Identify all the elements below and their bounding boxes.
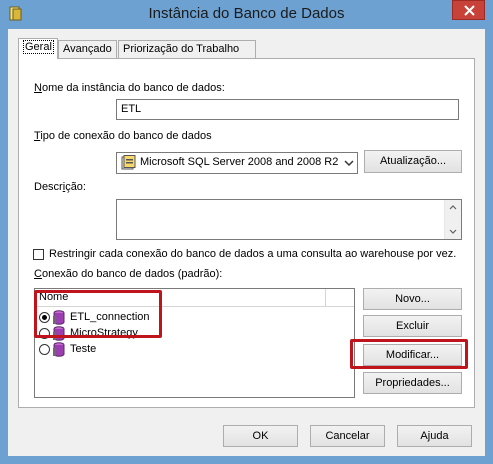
description-scrollbar[interactable]	[444, 200, 461, 239]
description-textarea[interactable]	[116, 199, 462, 240]
update-button[interactable]: Atualização...	[364, 150, 462, 173]
modify-connection-button[interactable]: Modificar...	[363, 344, 462, 366]
description-label: Descrição:	[34, 181, 86, 193]
dialog-window: Instância do Banco de Dados Geral Avança…	[0, 0, 493, 464]
list-item-label: Teste	[70, 343, 97, 355]
database-icon	[52, 342, 66, 357]
properties-button[interactable]: Propriedades...	[363, 372, 462, 394]
help-button[interactable]: Ajuda	[397, 425, 472, 447]
instance-name-input[interactable]: ETL	[116, 99, 459, 120]
radio-unselected[interactable]	[39, 344, 50, 355]
delete-connection-button[interactable]: Excluir	[363, 315, 462, 337]
tab-geral[interactable]: Geral	[18, 38, 58, 59]
tab-priorizacao[interactable]: Priorização do Trabalho	[118, 40, 256, 58]
list-item-label: ETL_connection	[70, 311, 150, 323]
tab-label: Geral	[23, 40, 54, 54]
connection-list[interactable]: Nome ETL_connection MicroStrategy Teste	[34, 288, 355, 398]
chevron-down-icon[interactable]	[341, 153, 357, 173]
tab-label: Priorização do Trabalho	[123, 43, 240, 55]
column-header-nome[interactable]: Nome	[35, 289, 326, 306]
close-icon	[464, 5, 475, 16]
close-button[interactable]	[452, 0, 485, 20]
list-item-label: MicroStrategy	[70, 327, 138, 339]
list-header: Nome	[35, 289, 354, 307]
tab-panel-geral: Nome da instância do banco de dados: ETL…	[18, 58, 475, 408]
app-icon	[9, 6, 22, 21]
new-connection-button[interactable]: Novo...	[363, 288, 462, 310]
database-icon	[52, 326, 66, 341]
database-icon	[121, 155, 136, 173]
connection-type-value: Microsoft SQL Server 2008 and 2008 R2	[140, 156, 339, 168]
radio-selected[interactable]	[39, 312, 50, 323]
connection-type-label: Tipo de conexão do banco de dados	[34, 130, 212, 142]
restrict-checkbox[interactable]	[33, 249, 44, 260]
dialog-body: Geral Avançado Priorização do Trabalho N…	[8, 29, 485, 456]
window-title: Instância do Banco de Dados	[148, 5, 345, 22]
ok-button[interactable]: OK	[223, 425, 298, 447]
default-connection-label: Conexão do banco de dados (padrão):	[34, 268, 223, 280]
cancel-button[interactable]: Cancelar	[310, 425, 385, 447]
database-icon	[52, 310, 66, 325]
tab-label: Avançado	[63, 43, 112, 55]
connection-type-select[interactable]: Microsoft SQL Server 2008 and 2008 R2	[116, 152, 358, 174]
instance-name-label: Nome da instância do banco de dados:	[34, 82, 225, 94]
radio-unselected[interactable]	[39, 328, 50, 339]
restrict-checkbox-label: Restringir cada conexão do banco de dado…	[49, 248, 457, 260]
tab-avancado[interactable]: Avançado	[58, 40, 117, 58]
title-bar[interactable]: Instância do Banco de Dados	[0, 0, 493, 28]
